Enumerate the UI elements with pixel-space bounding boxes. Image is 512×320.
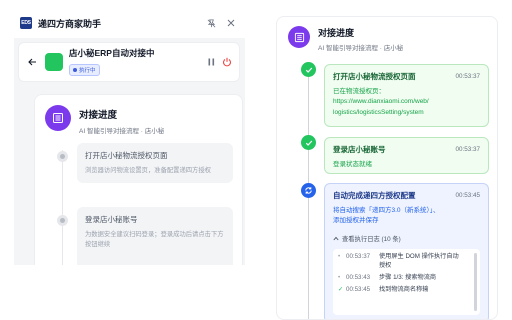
timeline-line [62,150,63,265]
progress-title: 对接进度 [79,110,118,121]
task-name: 店小秘ERP自动对接中 [69,48,155,58]
step-description: 为数据安全建议扫码登录；登录成功后请点击下方按钮继续 [85,231,224,248]
status-badge: 执行中 [69,64,100,76]
pending-step-icon [57,151,68,162]
log-scrollbar[interactable] [474,252,477,311]
stop-button[interactable] [221,56,233,68]
step-description-line: 添加授权并保存 [333,217,379,225]
step-description: 将自动搜索「递四方3.0（新系统）」、 添加授权并保存 [333,206,480,227]
step-card: 打开店小秘物流授权页面 浏览器访问物流设置页，准备配置递四方授权 [77,143,233,183]
log-text: 使用屏生 DOM 操作执行自动授权 [379,252,459,269]
step-card-completed: 登录店小秘账号 00:53:37 登录状态就绪 [324,137,489,174]
back-button[interactable] [25,55,39,69]
progress-subtitle: AI 智能引导对接流程 · 店小秘 [318,45,404,52]
chevron-up-icon [333,236,339,241]
step-title: 自动完成递四方授权配置 [333,191,416,200]
check-icon [301,62,316,77]
logistics-url-line[interactable]: https://www.dianxiaomi.com/web/ [333,97,480,107]
step-timestamp: 00:53:37 [455,73,480,80]
log-time: 00:53:43 [346,273,371,281]
step-description-line: 已在物流授权页： [333,88,385,95]
logistics-url-line[interactable]: logistics/logisticsSetting/system [333,108,480,118]
pause-button[interactable] [205,56,217,68]
step-card-completed: 打开店小秘物流授权页面 00:53:37 已在物流授权页： https://ww… [324,64,489,127]
step-timestamp: 00:53:37 [455,146,480,153]
timeline-line [308,77,309,319]
unpin-icon[interactable] [205,17,217,29]
log-check-icon: ✓ [338,285,344,293]
log-time: 00:53:37 [346,252,371,260]
progress-panel-right: 对接进度 AI 智能引导对接流程 · 店小秘 打开店小秘物流授权页面 00:53… [276,16,498,320]
log-entry: • 00:53:43 步骤 1/3: 搜索物流商 [338,274,475,283]
log-text: 找到物流商名称输 [379,285,429,293]
close-icon[interactable] [225,17,237,29]
title-bar: EDS 递四方商家助手 [14,8,245,38]
sync-icon [301,183,316,198]
progress-title: 对接进度 [318,28,355,38]
log-bullet: • [338,252,341,260]
progress-subtitle: AI 智能引导对接流程 · 店小秘 [79,128,165,135]
execution-log: • 00:53:37 使用屏生 DOM 操作执行自动授权 • 00:53:43 … [333,248,480,315]
erp-icon [45,53,63,71]
log-text: 步骤 1/3: 搜索物流商 [379,273,437,281]
progress-card: 对接进度 AI 智能引导对接流程 · 店小秘 打开店小秘物流授权页面 浏览器访问… [34,94,243,265]
log-entry: ✓ 00:53:45 找到物流商名称输 [338,286,475,295]
app-title: 递四方商家助手 [38,18,102,29]
step-title: 打开店小秘物流授权页面 [85,151,168,160]
step-title: 登录店小秘账号 [333,145,386,154]
checklist-icon [288,26,310,48]
step-title: 登录店小秘账号 [85,215,138,224]
step-description: 登录状态就绪 [333,161,372,168]
log-entry: • 00:53:37 使用屏生 DOM 操作执行自动授权 [338,253,475,271]
log-toggle-label: 查看执行日志 (10 条) [342,235,401,243]
log-bullet: • [338,273,341,281]
status-label: 执行中 [79,68,96,74]
task-bar: 店小秘ERP自动对接中 执行中 [18,42,240,82]
checklist-icon [45,105,71,131]
assistant-panel-left: EDS 递四方商家助手 店小秘ERP自动对接中 执行中 对接进度 AI 智能引导… [14,8,245,265]
step-description: 浏览器访问物流设置页，准备配置递四方授权 [85,167,211,174]
running-icon [73,68,77,72]
app-logo: EDS [20,17,32,29]
step-timestamp: 00:53:45 [455,192,480,199]
log-time: 00:53:45 [346,285,371,293]
check-icon [301,135,316,150]
step-card-active: 自动完成递四方授权配置 00:53:45 将自动搜索「递四方3.0（新系统）」、… [324,183,489,319]
log-toggle[interactable]: 查看执行日志 (10 条) [333,234,480,243]
step-title: 打开店小秘物流授权页面 [333,72,416,81]
step-description: 已在物流授权页： https://www.dianxiaomi.com/web/… [333,87,480,118]
step-card: 登录店小秘账号 为数据安全建议扫码登录；登录成功后请点击下方按钮继续 [77,207,233,265]
step-description-line: 将自动搜索「递四方3.0（新系统）」、 [333,207,440,214]
pending-step-icon [57,215,68,226]
